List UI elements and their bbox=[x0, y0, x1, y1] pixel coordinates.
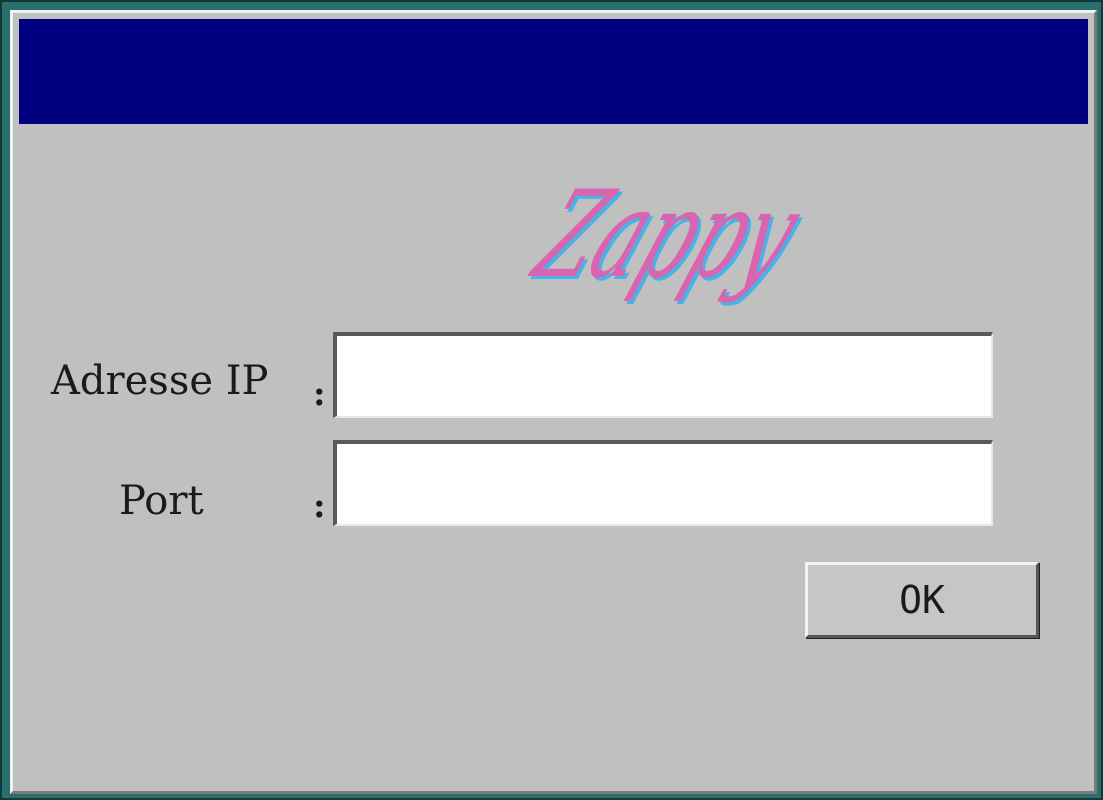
zappy-logo: Zappy Zappy bbox=[518, 165, 818, 307]
ok-button[interactable]: OK bbox=[805, 562, 1039, 638]
ip-separator: : bbox=[313, 374, 326, 414]
port-label: Port bbox=[119, 478, 204, 524]
ok-button-label: OK bbox=[899, 578, 945, 622]
ip-address-label: Adresse IP bbox=[51, 358, 269, 404]
port-separator: : bbox=[313, 486, 326, 526]
desktop-frame: Zappy Zappy Adresse IP : Port : OK bbox=[0, 0, 1103, 800]
port-input[interactable] bbox=[333, 440, 993, 526]
connection-dialog: Zappy Zappy Adresse IP : Port : OK bbox=[10, 10, 1097, 794]
ip-address-input[interactable] bbox=[333, 332, 993, 418]
title-bar[interactable] bbox=[19, 19, 1088, 124]
